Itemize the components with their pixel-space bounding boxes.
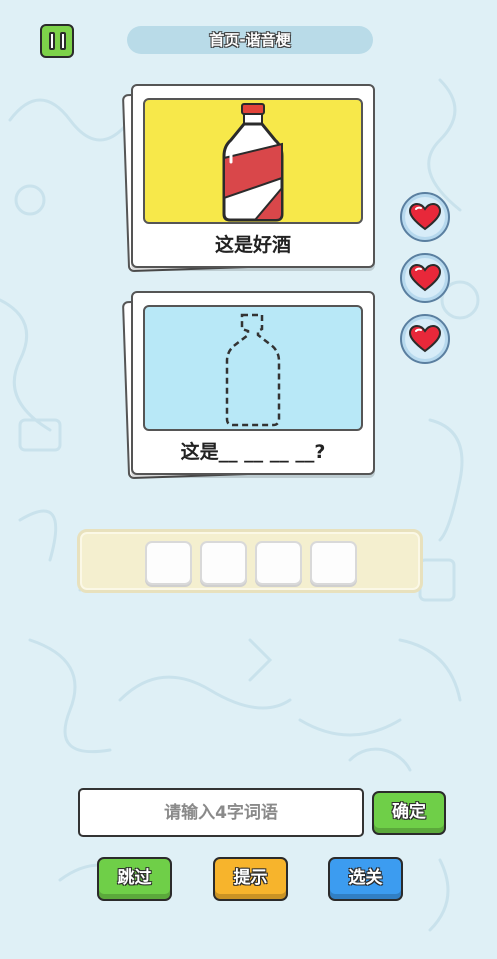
answer-tray	[77, 529, 423, 593]
guess-card: 这是__ __ __ __?	[121, 291, 380, 481]
pause-icon	[48, 32, 55, 50]
life-heart-2	[400, 253, 450, 303]
heart-icon	[409, 325, 441, 353]
clue-card: 这是好酒	[121, 84, 380, 274]
confirm-button[interactable]: 确定	[372, 791, 446, 835]
answer-slot-4[interactable]	[310, 541, 357, 585]
skip-button[interactable]: 跳过	[97, 857, 172, 901]
life-heart-1	[400, 192, 450, 242]
guess-card-front: 这是__ __ __ __?	[131, 291, 375, 475]
guess-caption: 这是__ __ __ __?	[180, 441, 326, 463]
hint-button[interactable]: 提示	[213, 857, 288, 901]
liquor-bottle-icon	[222, 103, 284, 222]
clue-caption: 这是好酒	[214, 234, 291, 256]
clue-image	[143, 98, 363, 224]
guess-image	[143, 305, 363, 431]
answer-slot-1[interactable]	[145, 541, 192, 585]
answer-input[interactable]	[78, 788, 364, 837]
life-heart-3	[400, 314, 450, 364]
select-level-button[interactable]: 选关	[328, 857, 403, 901]
clue-card-front: 这是好酒	[131, 84, 375, 268]
pause-button[interactable]	[40, 24, 74, 58]
heart-icon	[409, 264, 441, 292]
answer-slot-3[interactable]	[255, 541, 302, 585]
pause-icon-bar	[59, 32, 66, 50]
page-title: 首页-谐音梗	[127, 26, 373, 54]
bottle-outline-icon	[225, 313, 281, 427]
heart-icon	[409, 203, 441, 231]
answer-slot-2[interactable]	[200, 541, 247, 585]
